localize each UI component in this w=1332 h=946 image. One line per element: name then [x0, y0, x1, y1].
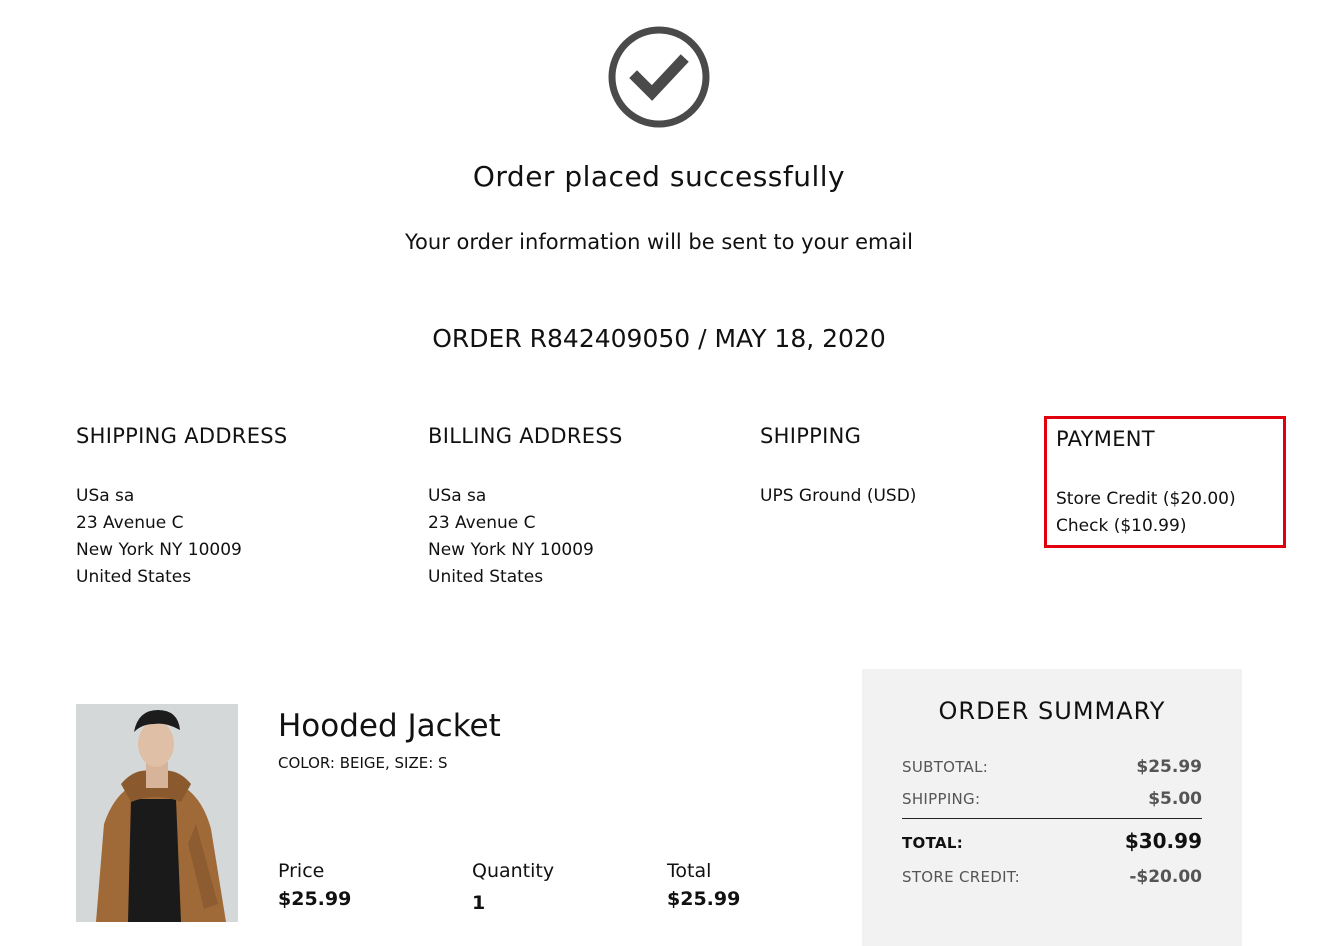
total-value: $25.99 [667, 888, 741, 910]
billing-address-line: New York NY 10009 [428, 540, 594, 560]
summary-row-shipping: SHIPPING: $5.00 [902, 789, 1202, 809]
product-name[interactable]: Hooded Jacket [278, 708, 501, 744]
billing-address-heading: BILLING ADDRESS [428, 424, 623, 448]
order-summary-title: ORDER SUMMARY [938, 697, 1166, 725]
page-title: Order placed successfully [472, 160, 846, 193]
shipping-address-section: SHIPPING ADDRESS USa sa 23 Avenue C New … [76, 422, 288, 591]
total-label: Total [667, 860, 712, 882]
subtotal-value: $25.99 [1136, 757, 1202, 777]
product-total-column: Total $25.99 [667, 860, 740, 910]
price-value: $25.99 [278, 888, 352, 910]
shipping-method-heading: SHIPPING [760, 424, 862, 448]
summary-row-subtotal: SUBTOTAL: $25.99 [902, 757, 1202, 777]
summary-row-total: TOTAL: $30.99 [902, 829, 1202, 853]
quantity-label: Quantity [472, 860, 555, 882]
order-summary-panel: ORDER SUMMARY SUBTOTAL: $25.99 SHIPPING:… [862, 669, 1242, 946]
billing-address-line: United States [428, 567, 544, 587]
shipping-address-line: USa sa [76, 486, 135, 506]
total-value: $30.99 [1124, 829, 1202, 853]
payment-line-check: Check ($10.99) [1056, 516, 1187, 536]
price-label: Price [278, 860, 325, 882]
billing-address-section: BILLING ADDRESS USa sa 23 Avenue C New Y… [428, 422, 623, 591]
billing-address-line: 23 Avenue C [428, 513, 536, 533]
store-credit-value: -$20.00 [1129, 867, 1202, 887]
order-number-date: ORDER R842409050 / MAY 18, 2020 [432, 324, 886, 353]
billing-address-line: USa sa [428, 486, 487, 506]
shipping-value: $5.00 [1148, 789, 1202, 809]
payment-heading: PAYMENT [1056, 427, 1155, 451]
payment-section: PAYMENT Store Credit ($20.00) Check ($10… [1044, 416, 1286, 548]
total-label: TOTAL: [902, 834, 964, 852]
product-price-column: Price $25.99 [278, 860, 351, 910]
subtotal-label: SUBTOTAL: [902, 758, 989, 776]
checkmark-circle-icon [608, 26, 710, 128]
summary-row-store-credit: STORE CREDIT: -$20.00 [902, 867, 1202, 887]
payment-line-store-credit: Store Credit ($20.00) [1056, 489, 1236, 509]
summary-divider [902, 818, 1202, 819]
shipping-method-line: UPS Ground (USD) [760, 486, 917, 506]
page-subtitle: Your order information will be sent to y… [405, 230, 913, 254]
product-image [76, 704, 238, 922]
shipping-label: SHIPPING: [902, 790, 981, 808]
product-quantity-column: Quantity 1 [472, 860, 554, 914]
shipping-address-line: 23 Avenue C [76, 513, 184, 533]
shipping-address-line: United States [76, 567, 192, 587]
product-attributes: COLOR: BEIGE, SIZE: S [278, 754, 448, 772]
quantity-value: 1 [472, 892, 486, 914]
shipping-address-heading: SHIPPING ADDRESS [76, 424, 288, 448]
store-credit-label: STORE CREDIT: [902, 868, 1020, 886]
shipping-method-section: SHIPPING UPS Ground (USD) [760, 422, 916, 510]
shipping-address-line: New York NY 10009 [76, 540, 242, 560]
